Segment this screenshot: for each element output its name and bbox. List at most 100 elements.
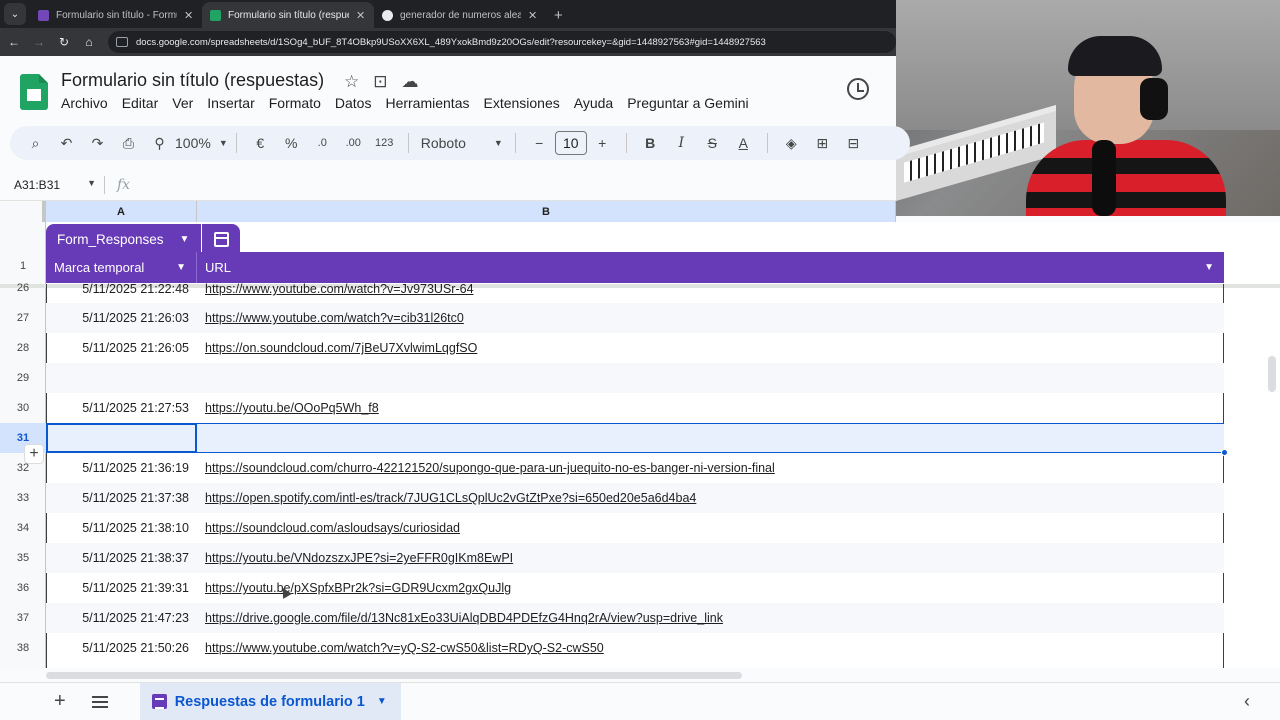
row-header[interactable]: 26 — [0, 282, 46, 294]
row-header[interactable]: 38 — [0, 642, 46, 654]
home-icon[interactable]: ⌂ — [78, 35, 100, 49]
browser-tab-random[interactable]: generador de numeros aleatori ✕ — [374, 2, 546, 28]
url-cell[interactable]: https://www.youtube.com/watch?v=cib31l26… — [197, 311, 464, 325]
table-view-button[interactable] — [202, 224, 241, 254]
url-link[interactable]: https://soundcloud.com/asloudsays/curios… — [205, 521, 460, 535]
timestamp-cell[interactable]: 5/11/2025 21:36:19 — [46, 461, 197, 475]
font-size-input[interactable]: 10 — [554, 131, 587, 155]
search-menus-icon[interactable]: ⌕ — [20, 130, 51, 156]
collapse-side-panel-icon[interactable]: ‹ — [1244, 691, 1250, 712]
timestamp-cell[interactable]: 5/11/2025 21:27:53 — [46, 401, 197, 415]
chevron-down-icon[interactable]: ▼ — [176, 262, 186, 273]
strikethrough-button[interactable]: S — [697, 130, 728, 156]
url-cell[interactable]: https://soundcloud.com/asloudsays/curios… — [197, 521, 460, 535]
url-link[interactable]: https://youtu.be/VNdozszxJPE?si=2yeFFR0g… — [205, 551, 513, 565]
url-cell[interactable]: https://open.spotify.com/intl-es/track/7… — [197, 491, 696, 505]
bold-button[interactable]: B — [635, 130, 666, 156]
timestamp-cell[interactable]: 5/11/2025 21:38:10 — [46, 521, 197, 535]
browser-tab-form[interactable]: Formulario sin título - Formular ✕ — [30, 2, 202, 28]
row-header[interactable]: 37 — [0, 612, 46, 624]
font-select[interactable]: Roboto ▼ — [417, 130, 507, 156]
timestamp-cell[interactable]: 5/11/2025 21:47:23 — [46, 611, 197, 625]
new-tab-icon[interactable]: + — [554, 7, 563, 24]
currency-format-button[interactable]: € — [245, 130, 276, 156]
menu-editar[interactable]: Editar — [122, 95, 159, 111]
address-bar[interactable]: docs.google.com/spreadsheets/d/1SOg4_bUF… — [108, 31, 896, 53]
url-cell[interactable]: https://www.youtube.com/watch?v=yQ-S2-cw… — [197, 641, 604, 655]
header-cell-url[interactable]: URL ▼ — [197, 260, 1224, 275]
url-link[interactable]: https://soundcloud.com/churro-422121520/… — [205, 461, 775, 475]
close-tab-icon[interactable]: ✕ — [356, 9, 366, 22]
timestamp-cell[interactable]: 5/11/2025 21:38:37 — [46, 551, 197, 565]
close-tab-icon[interactable]: ✕ — [184, 9, 194, 22]
column-header-b[interactable]: B — [197, 201, 896, 222]
merge-cells-icon[interactable]: ⊟ — [838, 130, 869, 156]
increase-font-size-button[interactable]: + — [587, 130, 618, 156]
sheets-logo-icon[interactable] — [20, 74, 48, 110]
move-folder-icon[interactable]: ⊡ — [373, 72, 387, 92]
percent-format-button[interactable]: % — [276, 130, 307, 156]
timestamp-cell[interactable]: 5/11/2025 21:26:03 — [46, 311, 197, 325]
row-header[interactable]: 35 — [0, 552, 46, 564]
menu-insertar[interactable]: Insertar — [207, 95, 254, 111]
url-cell[interactable]: https://youtu.be/pXSpfxBPr2k?si=GDR9Ucxm… — [197, 581, 511, 595]
decrease-font-size-button[interactable]: − — [524, 130, 555, 156]
row-header[interactable]: 27 — [0, 312, 46, 324]
chevron-down-icon[interactable]: ▼ — [1204, 262, 1214, 273]
reload-icon[interactable]: ↻ — [53, 35, 75, 49]
menu-gemini[interactable]: Preguntar a Gemini — [627, 95, 748, 111]
more-formats-button[interactable]: 123 — [369, 130, 400, 156]
cloud-status-icon[interactable]: ☁ — [402, 72, 419, 92]
add-sheet-icon[interactable]: + — [54, 690, 66, 713]
url-cell[interactable]: https://www.youtube.com/watch?v=Jv973USr… — [197, 282, 474, 296]
row-header[interactable]: 29 — [0, 372, 46, 384]
table-name-button[interactable]: Form_Responses ▼ — [46, 224, 202, 254]
menu-ver[interactable]: Ver — [172, 95, 193, 111]
undo-icon[interactable]: ↶ — [51, 130, 82, 156]
sheet-tab-active[interactable]: Respuestas de formulario 1 ▼ — [139, 682, 401, 720]
version-history-icon[interactable] — [847, 78, 869, 100]
zoom-select[interactable]: 100% ▼ — [175, 130, 228, 156]
horizontal-scrollbar[interactable] — [46, 672, 742, 679]
timestamp-cell[interactable]: 5/11/2025 21:22:48 — [46, 282, 197, 296]
url-cell[interactable]: https://youtu.be/VNdozszxJPE?si=2yeFFR0g… — [197, 551, 513, 565]
menu-datos[interactable]: Datos — [335, 95, 372, 111]
decrease-decimal-button[interactable]: .0 — [307, 130, 338, 156]
row-header[interactable]: 32 — [0, 462, 46, 474]
increase-decimal-button[interactable]: .00 — [338, 130, 369, 156]
timestamp-cell[interactable]: 5/11/2025 21:50:26 — [46, 641, 197, 655]
url-cell[interactable]: https://soundcloud.com/churro-422121520/… — [197, 461, 775, 475]
url-link[interactable]: https://www.youtube.com/watch?v=cib31l26… — [205, 311, 464, 325]
timestamp-cell[interactable]: 5/11/2025 21:37:38 — [46, 491, 197, 505]
menu-extensiones[interactable]: Extensiones — [483, 95, 559, 111]
column-header-a[interactable]: A — [46, 201, 197, 222]
tab-search-icon[interactable]: ⌄ — [4, 3, 26, 25]
url-link[interactable]: https://open.spotify.com/intl-es/track/7… — [205, 491, 696, 505]
star-icon[interactable]: ☆ — [344, 72, 359, 92]
row-header[interactable]: 30 — [0, 402, 46, 414]
italic-button[interactable]: I — [666, 130, 697, 156]
borders-icon[interactable]: ⊞ — [807, 130, 838, 156]
name-box[interactable]: A31:B31 ▼ — [0, 178, 100, 192]
redo-icon[interactable]: ↷ — [82, 130, 113, 156]
row-header[interactable]: 36 — [0, 582, 46, 594]
url-cell[interactable]: https://drive.google.com/file/d/13Nc81xE… — [197, 611, 723, 625]
menu-archivo[interactable]: Archivo — [61, 95, 108, 111]
close-tab-icon[interactable]: ✕ — [528, 9, 538, 22]
url-link[interactable]: https://www.youtube.com/watch?v=yQ-S2-cw… — [205, 641, 604, 655]
url-cell[interactable]: https://youtu.be/OOoPq5Wh_f8 — [197, 401, 379, 415]
menu-herramientas[interactable]: Herramientas — [385, 95, 469, 111]
all-sheets-icon[interactable] — [91, 695, 108, 708]
timestamp-cell[interactable]: 5/11/2025 21:26:05 — [46, 341, 197, 355]
print-icon[interactable]: ⎙ — [113, 130, 144, 156]
url-link[interactable]: https://youtu.be/OOoPq5Wh_f8 — [205, 401, 379, 415]
forward-icon[interactable]: → — [28, 35, 50, 49]
url-cell[interactable]: https://on.soundcloud.com/7jBeU7XvlwimLq… — [197, 341, 477, 355]
text-color-button[interactable]: A — [728, 130, 759, 156]
browser-tab-responses[interactable]: Formulario sin título (respuesta ✕ — [202, 2, 374, 28]
site-info-icon[interactable] — [116, 37, 128, 47]
url-link[interactable]: https://youtu.be/pXSpfxBPr2k?si=GDR9Ucxm… — [205, 581, 511, 595]
menu-formato[interactable]: Formato — [269, 95, 321, 111]
url-link[interactable]: https://www.youtube.com/watch?v=Jv973USr… — [205, 282, 474, 296]
vertical-scrollbar[interactable] — [1268, 356, 1276, 392]
